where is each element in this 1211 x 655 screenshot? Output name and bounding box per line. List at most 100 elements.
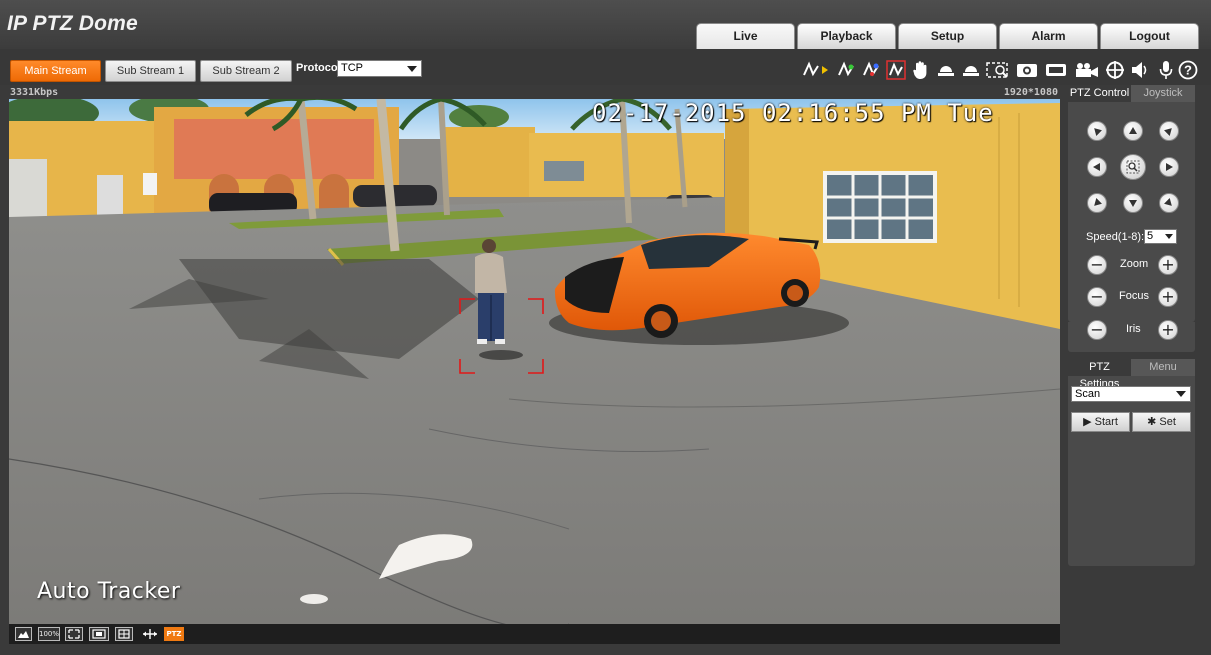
app-window: IP PTZ Dome Live Playback Setup Alarm Lo…	[0, 0, 1211, 655]
start-button[interactable]: ▶ Start	[1071, 412, 1130, 432]
arrow-down-right-icon	[1164, 198, 1172, 206]
zoom-in-button[interactable]: +	[1158, 255, 1178, 275]
pan-up-left-button[interactable]	[1087, 121, 1107, 141]
video-camera-icon[interactable]	[1074, 59, 1100, 81]
protocol-label: Protocol	[296, 62, 341, 74]
pan-right-button[interactable]	[1159, 157, 1179, 177]
fit-window-icon[interactable]	[15, 627, 32, 641]
iris-close-button[interactable]: −	[1087, 320, 1107, 340]
zoom-100-button[interactable]: 100%	[38, 627, 60, 641]
set-label: Set	[1159, 416, 1176, 428]
speaker-icon[interactable]	[1130, 59, 1152, 81]
help-icon[interactable]: ?	[1177, 59, 1199, 81]
tab-ptz-settings[interactable]: PTZ Settings	[1068, 359, 1131, 390]
minus-icon: −	[1090, 320, 1104, 339]
minus-icon: −	[1090, 255, 1104, 274]
resolution-readout: 1920*1080	[1003, 87, 1058, 98]
tab-ptz-control[interactable]: PTZ Control	[1068, 85, 1131, 102]
crosshair-icon[interactable]	[1104, 59, 1126, 81]
ptz-control-panel: PTZ Control Joystick Speed(1-8): 5 − Zoo…	[1068, 85, 1195, 322]
stream-toolbar: Main Stream Sub Stream 1 Sub Stream 2 Pr…	[0, 49, 1211, 85]
auto-focus-center-button[interactable]	[1120, 154, 1146, 180]
ptz-direction-icon[interactable]	[140, 627, 160, 641]
iris-label: Iris	[1126, 323, 1141, 335]
arrow-down-icon	[1129, 200, 1137, 207]
pan-down-right-button[interactable]	[1159, 193, 1179, 213]
osd-timestamp: 02-17-2015 02:16:55 PM Tue	[592, 99, 994, 127]
focus-far-button[interactable]: +	[1158, 287, 1178, 307]
osd-channel-title: Auto Tracker	[37, 579, 181, 604]
tab-playback[interactable]: Playback	[797, 23, 896, 49]
tab-joystick[interactable]: Joystick	[1131, 85, 1195, 102]
zoom-label: Zoom	[1120, 258, 1149, 270]
plus-icon: +	[1161, 287, 1175, 306]
green-line-icon[interactable]	[835, 59, 857, 81]
arrow-right-icon	[1166, 163, 1173, 171]
plus-icon: +	[1161, 320, 1175, 339]
aspect-ratio-icon[interactable]	[89, 627, 109, 641]
ptz-mode-select[interactable]: Scan	[1071, 386, 1191, 402]
arrow-up-left-icon	[1094, 128, 1102, 136]
tab-setup[interactable]: Setup	[898, 23, 997, 49]
tab-menu[interactable]: Menu	[1131, 359, 1195, 376]
brand-title: IP PTZ Dome	[7, 12, 138, 35]
main-stream-button[interactable]: Main Stream	[10, 60, 101, 82]
dome-camera-2-icon[interactable]	[960, 59, 982, 81]
arrow-right-icon[interactable]	[820, 59, 830, 81]
ptz-toggle-button[interactable]: PTZ	[164, 627, 184, 641]
gear-icon: ✱	[1147, 416, 1157, 428]
live-video-view[interactable]: 02-17-2015 02:16:55 PM Tue Auto Tracker	[9, 99, 1060, 624]
color-line-icon[interactable]	[885, 59, 907, 81]
snapshot-icon[interactable]	[1016, 59, 1038, 81]
chevron-down-icon	[1176, 391, 1186, 397]
pan-left-button[interactable]	[1087, 157, 1107, 177]
region-zoom-icon[interactable]	[985, 59, 1011, 81]
arrow-down-left-icon	[1094, 198, 1102, 206]
ptz-mode-value: Scan	[1075, 388, 1101, 400]
camera-scene-image	[9, 99, 1060, 624]
plus-icon: +	[1161, 255, 1175, 274]
bitrate-readout: 3331Kbps	[10, 87, 59, 98]
minus-icon: −	[1090, 287, 1104, 306]
protocol-value: TCP	[341, 62, 363, 74]
pan-down-left-button[interactable]	[1087, 193, 1107, 213]
video-info-bar: 3331Kbps 1920*1080	[9, 85, 1060, 99]
pan-down-button[interactable]	[1123, 193, 1143, 213]
start-label: Start	[1094, 416, 1118, 428]
svg-text:?: ?	[1184, 63, 1192, 78]
sub-stream-1-button[interactable]: Sub Stream 1	[105, 60, 196, 82]
speed-select[interactable]: 5	[1144, 229, 1177, 244]
sub-stream-2-button[interactable]: Sub Stream 2	[200, 60, 292, 82]
video-control-bar: 100% PTZ	[9, 624, 1060, 644]
tab-live[interactable]: Live	[696, 23, 795, 49]
zoom-out-button[interactable]: −	[1087, 255, 1107, 275]
magnifier-icon	[1126, 160, 1140, 174]
set-button[interactable]: ✱ Set	[1132, 412, 1191, 432]
line-draw-icon[interactable]	[800, 59, 822, 81]
focus-label: Focus	[1119, 290, 1149, 302]
record-icon[interactable]	[1045, 59, 1067, 81]
fullscreen-icon[interactable]	[65, 627, 83, 641]
hand-icon[interactable]	[910, 59, 932, 81]
tab-alarm[interactable]: Alarm	[999, 23, 1098, 49]
arrow-left-icon	[1093, 163, 1100, 171]
blue-red-line-icon[interactable]	[860, 59, 882, 81]
pan-up-button[interactable]	[1123, 121, 1143, 141]
focus-near-button[interactable]: −	[1087, 287, 1107, 307]
tab-logout[interactable]: Logout	[1100, 23, 1199, 49]
play-icon: ▶	[1083, 416, 1092, 428]
speed-value: 5	[1147, 230, 1154, 242]
speed-label: Speed(1-8):	[1086, 231, 1145, 243]
microphone-icon[interactable]	[1155, 59, 1177, 81]
iris-open-button[interactable]: +	[1158, 320, 1178, 340]
ptz-settings-panel: PTZ Settings Menu Scan ▶ Start ✱ Set	[1068, 359, 1195, 566]
video-container: 3331Kbps 1920*1080 02-17-2015 02:16:55 P…	[9, 85, 1060, 644]
arrow-up-icon	[1129, 127, 1137, 134]
dome-camera-icon[interactable]	[935, 59, 957, 81]
pan-up-right-button[interactable]	[1159, 121, 1179, 141]
protocol-select[interactable]: TCP	[337, 60, 422, 77]
chevron-down-icon	[1165, 234, 1173, 239]
chevron-down-icon	[407, 66, 417, 72]
split-screen-icon[interactable]	[115, 627, 133, 641]
arrow-up-right-icon	[1164, 128, 1172, 136]
